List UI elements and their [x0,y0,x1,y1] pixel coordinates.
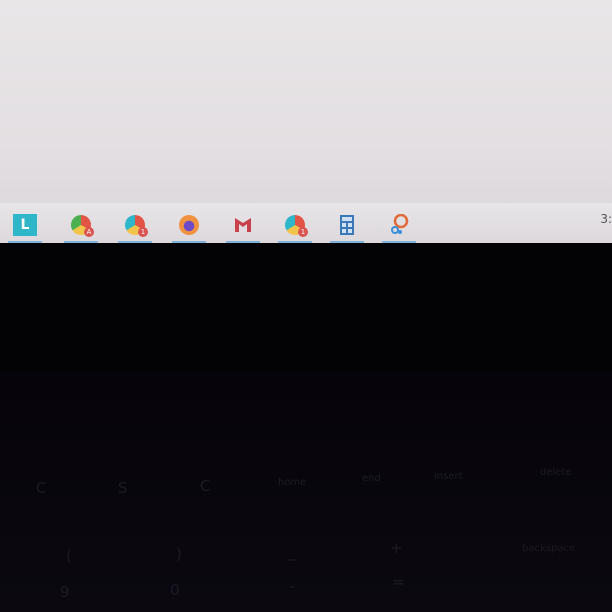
paint-3d-icon [388,213,410,236]
mcafee-icon [232,214,254,236]
taskbar-chrome-1-button[interactable]: 1 [114,207,156,243]
taskbar-firefox-button[interactable] [168,207,210,243]
key-0: 0 [170,581,180,599]
key-end: end [362,473,381,484]
desktop-area[interactable] [0,0,612,203]
laptop-keyboard: C S C home end insert delete ( ) _ + bac… [0,373,612,612]
key-9: 9 [60,583,70,601]
profile-badge: 1 [138,227,148,237]
key-c2: C [200,477,211,495]
l-app-icon: L [13,214,37,236]
key-c: C [36,479,47,497]
taskbar-calculator-button[interactable] [326,207,368,243]
chrome-icon: A [71,215,94,237]
key-delete: delete [540,467,572,478]
key-equals: = [392,573,405,591]
key-open-paren: ( [66,547,72,565]
laptop-screen: L A 1 1 3: [0,0,612,243]
profile-badge: 1 [298,227,308,237]
key-minus: - [290,577,296,595]
taskbar-paint-button[interactable] [378,207,420,243]
chrome-icon: 1 [285,215,308,237]
key-underscore: _ [288,543,296,561]
key-plus: + [390,539,403,557]
profile-badge: A [84,227,94,237]
key-backspace: backspace [522,543,576,554]
taskbar-l-app-button[interactable]: L [4,207,46,243]
taskbar: L A 1 1 [0,203,612,243]
taskbar-chrome-2-button[interactable]: 1 [274,207,316,243]
taskbar-clock[interactable]: 3: [600,212,612,226]
taskbar-mcafee-button[interactable] [222,207,264,243]
firefox-icon [179,215,199,235]
key-close-paren: ) [176,545,182,563]
key-s: S [118,479,128,497]
calculator-icon [336,214,358,236]
key-home: home [278,477,307,488]
key-insert: insert [434,471,463,482]
laptop-bezel [0,243,612,373]
taskbar-chrome-a-button[interactable]: A [60,207,102,243]
chrome-icon: 1 [125,215,148,237]
